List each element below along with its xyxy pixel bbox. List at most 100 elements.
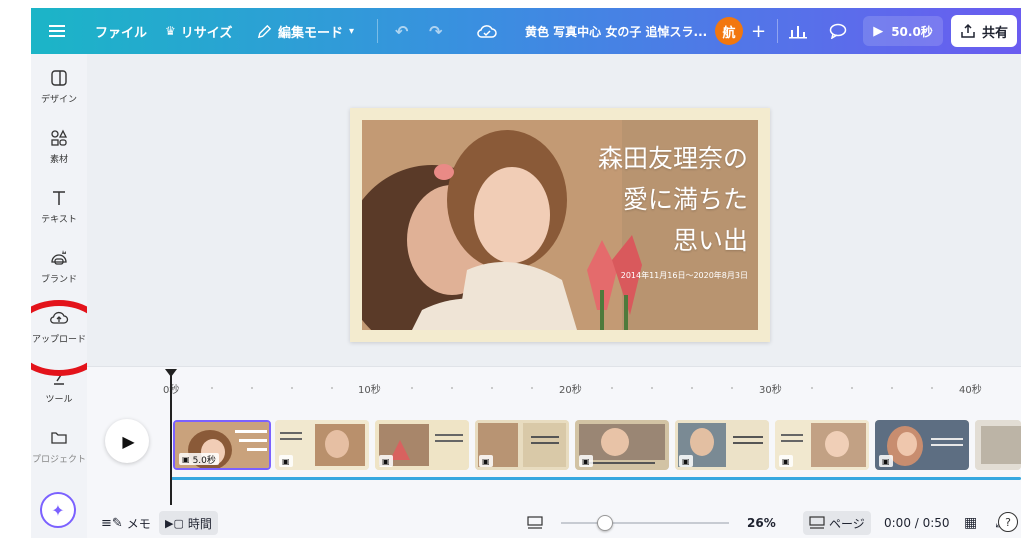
playhead-handle[interactable] [165,369,177,377]
cloud-saved-icon[interactable] [477,8,497,54]
zoom-level[interactable]: 26% [747,508,776,538]
add-collaborator-icon[interactable]: + [751,8,766,54]
timeline-clip-3[interactable]: ▣ [375,420,469,470]
ruler-tick [451,387,453,389]
resize-menu[interactable]: ♛ リサイズ [165,8,232,54]
timeline-play-button[interactable]: ▶ [105,419,149,463]
audio-track-bar[interactable] [171,477,1021,480]
playhead[interactable] [170,375,172,505]
folder-icon [51,432,67,444]
timeline-clip-2[interactable]: ▣ [275,420,369,470]
notes-icon: ≡✎ [101,515,123,531]
slide-page[interactable]: 森田友理奈の 愛に満ちた 思い出 2014年11月16日〜2020年8月3日 [350,108,770,342]
resize-label: リサイズ [180,25,233,41]
ruler-tick [611,387,613,389]
menu-icon[interactable] [49,8,65,54]
video-icon: ▣ [582,456,590,466]
play-icon: ▶ [873,23,884,39]
sidebar-item-projects[interactable]: プロジェクト [31,428,87,484]
timeline: 0秒 10秒 20秒 30秒 40秒 ▶ ▣ 5.0秒 [87,366,1021,508]
clip-type-badge: ▣ [679,455,693,467]
share-upload-icon [961,23,975,38]
pencil-icon [257,24,272,38]
ruler-tick [851,387,853,389]
pages-button[interactable]: ページ [803,511,871,535]
avatar[interactable]: 航 [715,17,743,45]
thumbnail-view-icon[interactable] [527,508,543,538]
clip-type-badge: ▣ [379,455,393,467]
ruler-tick [891,387,893,389]
canvas-area: 森田友理奈の 愛に満ちた 思い出 2014年11月16日〜2020年8月3日 [87,54,1021,366]
sidebar-item-label: デザイン [40,95,77,105]
slide-photo[interactable]: 森田友理奈の 愛に満ちた 思い出 2014年11月16日〜2020年8月3日 [362,120,758,330]
sidebar-item-design[interactable]: デザイン [31,68,87,124]
sidebar-item-text[interactable]: テキスト [31,188,87,244]
timeline-clip-8[interactable]: ▣ [875,420,969,470]
slide-dates[interactable]: 2014年11月16日〜2020年8月3日 [621,270,748,281]
grid-view-icon[interactable]: ▦ [964,508,977,538]
top-toolbar: ファイル ♛ リサイズ 編集モード ▾ ↶ ↷ 黄色 写真中心 女の子 追悼スラ… [31,8,1021,54]
zoom-slider-track[interactable] [561,522,729,524]
timeline-clip-6[interactable]: ▣ [675,420,769,470]
clip-duration-badge: ▣ 5.0秒 [179,453,219,466]
video-icon: ▣ [182,454,190,464]
timeline-clip-7[interactable]: ▣ [775,420,869,470]
ruler-tick [651,387,653,389]
edit-mode-dropdown[interactable]: 編集モード ▾ [257,8,354,54]
chevron-down-icon: ▾ [349,25,355,37]
video-icon: ▣ [782,456,790,466]
magic-assistant-button[interactable]: ✦ [40,492,76,528]
sidebar-item-label: 素材 [49,155,68,165]
clip-type-badge: ▣ [779,455,793,467]
ruler-tick [211,387,213,389]
ruler-tick [931,387,933,389]
zoom-slider-handle[interactable] [597,515,613,531]
timeline-clip-9[interactable] [975,420,1021,470]
clip-type-badge: ▣ [279,455,293,467]
design-icon [51,70,67,86]
video-icon: ▣ [682,456,690,466]
sidebar-item-label: テキスト [41,215,77,225]
present-button[interactable]: ▶ 50.0秒 [863,16,943,46]
sidebar-item-elements[interactable]: 素材 [31,128,87,184]
notes-label: メモ [126,516,151,531]
comment-icon[interactable] [829,8,847,54]
play-icon: ▶ [122,431,135,451]
left-sidebar: デザイン 素材 テキスト ブランド アップロード ツール プロジェクト ✦ [31,54,87,538]
ruler-tick [811,387,813,389]
undo-icon[interactable]: ↶ [395,8,408,54]
ruler-label: 10秒 [358,385,381,396]
redo-icon[interactable]: ↷ [429,8,442,54]
help-icon[interactable]: ? [998,512,1018,532]
share-label: 共有 [981,25,1008,41]
elements-icon [51,129,68,146]
sidebar-item-tools[interactable]: ツール [31,368,87,424]
notes-button[interactable]: ≡✎ メモ [101,508,151,538]
sidebar-item-brand[interactable]: ブランド [31,248,87,304]
timer-icon: ▶▢ [165,516,184,530]
divider [377,19,378,43]
ruler-tick [491,387,493,389]
file-menu[interactable]: ファイル [95,8,147,54]
document-title[interactable]: 黄色 写真中心 女の子 追悼スラ... [525,8,707,54]
slide-title[interactable]: 森田友理奈の 愛に満ちた 思い出 [598,138,748,261]
ruler-tick [531,387,533,389]
video-icon: ▣ [382,456,390,466]
timeline-clip-4[interactable]: ▣ [475,420,569,470]
share-button[interactable]: 共有 [951,15,1017,47]
timeline-clip-5[interactable]: ▣ [575,420,669,470]
ruler-tick [251,387,253,389]
clip-type-badge: ▣ [879,455,893,467]
timing-button[interactable]: ▶▢ 時間 [159,511,218,535]
clip-thumbnail [975,420,1021,470]
sidebar-item-label: プロジェクト [31,455,86,465]
insights-chart-icon[interactable] [789,8,807,54]
sidebar-item-label: ツール [45,395,73,405]
video-icon: ▣ [282,456,290,466]
divider [777,19,778,43]
edit-mode-label: 編集モード [278,25,344,41]
crown-icon: ♛ [165,24,176,38]
ruler-tick [691,387,693,389]
sparkle-icon: ✦ [51,500,65,520]
timeline-clip-1[interactable]: ▣ 5.0秒 [173,420,271,470]
